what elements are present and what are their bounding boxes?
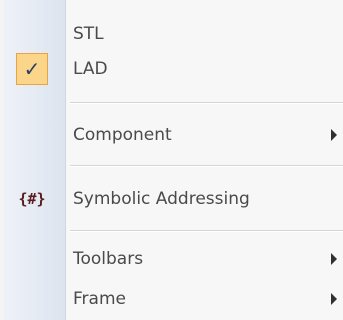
menu-item-label: Symbolic Addressing — [73, 189, 250, 209]
menu-item-label: Frame — [73, 289, 126, 309]
menu-item-component[interactable]: Component — [0, 116, 343, 154]
submenu-arrow-icon — [331, 293, 337, 305]
symbolic-addressing-icon: {#} — [18, 190, 46, 208]
menu-item-stl[interactable]: STL — [0, 15, 343, 53]
menu-item-label: LAD — [73, 59, 108, 79]
menu-separator — [70, 230, 343, 232]
checkmark-icon: ✓ — [16, 53, 48, 85]
menu-item-frame[interactable]: Frame — [0, 280, 343, 318]
menu-separator — [70, 102, 343, 104]
menu-item-label: Component — [73, 125, 172, 145]
submenu-arrow-icon — [331, 129, 337, 141]
menu-item-lad[interactable]: ✓ LAD — [0, 50, 343, 88]
menu-item-label: STL — [73, 24, 104, 44]
menu-item-toolbars[interactable]: Toolbars — [0, 240, 343, 278]
menu-item-label: Toolbars — [73, 249, 144, 269]
view-menu: STL ✓ LAD Component {#} Symbolic Address… — [0, 0, 343, 320]
menu-item-symbolic-addressing[interactable]: {#} Symbolic Addressing — [0, 180, 343, 218]
menu-separator — [70, 165, 343, 167]
submenu-arrow-icon — [331, 253, 337, 265]
